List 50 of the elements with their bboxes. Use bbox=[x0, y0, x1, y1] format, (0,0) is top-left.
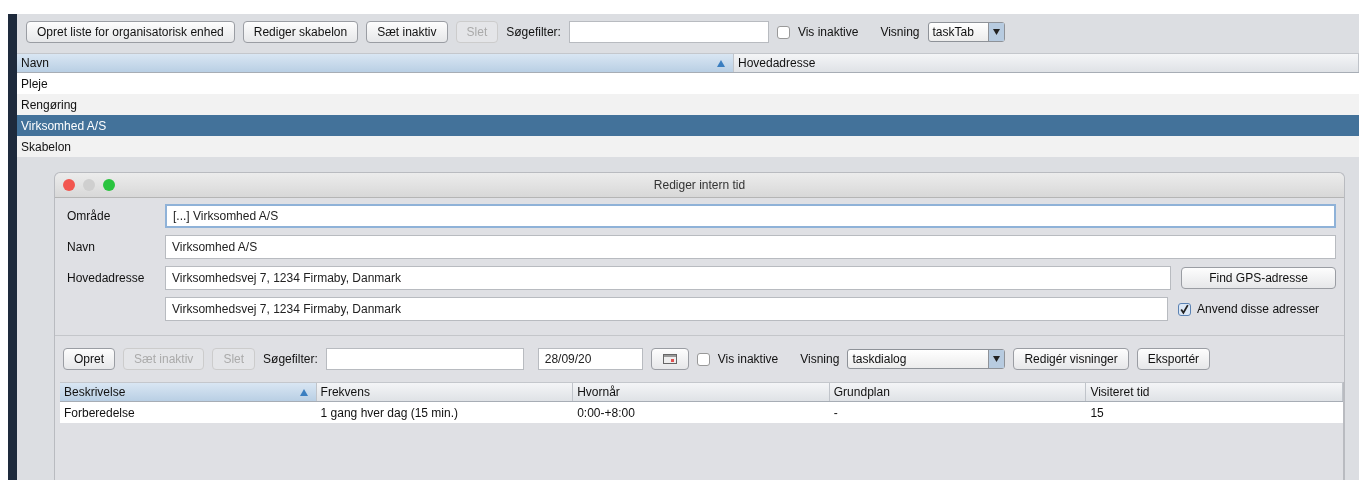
toolbar-button[interactable]: Rediger skabelon bbox=[242, 21, 359, 43]
view-dropdown[interactable]: taskTab bbox=[927, 22, 1005, 42]
input-field[interactable]: Virksomhedsvej 7, 1234 Firmaby, Danmark bbox=[165, 266, 1171, 290]
search-label: Søgefilter: bbox=[506, 25, 561, 39]
checkbox[interactable] bbox=[696, 352, 710, 366]
field-label: Navn bbox=[67, 240, 95, 254]
gps-button[interactable]: Find GPS-adresse bbox=[1181, 267, 1336, 289]
dropdown-arrow-icon bbox=[993, 356, 1001, 362]
table-row[interactable]: Virksomhed A/S bbox=[17, 115, 1359, 136]
view-label: Visning bbox=[800, 352, 840, 366]
checkbox[interactable] bbox=[1178, 302, 1191, 316]
dropdown-arrow-icon bbox=[992, 29, 1000, 35]
checkbox-label: Vis inaktive bbox=[797, 25, 859, 39]
toolbar-button[interactable]: Redigér visninger bbox=[1013, 348, 1129, 370]
search-field[interactable] bbox=[568, 21, 769, 43]
checkbox-label: Vis inaktive bbox=[717, 352, 779, 366]
field-label: Område bbox=[67, 209, 111, 223]
input-field[interactable]: Virksomhed A/S bbox=[165, 235, 1336, 259]
field-label: Hovedadresse bbox=[67, 271, 145, 285]
window-title: Rediger intern tid bbox=[653, 178, 746, 192]
table-row[interactable]: Rengøring bbox=[17, 94, 1359, 115]
date-field[interactable]: 28/09/20 bbox=[537, 348, 643, 370]
calendar-button[interactable] bbox=[650, 348, 689, 370]
column-header[interactable]: Hvornår bbox=[573, 383, 830, 401]
column-header[interactable]: Visiteret tid bbox=[1086, 383, 1343, 401]
sort-arrow-icon bbox=[299, 388, 308, 396]
table-row[interactable]: Skabelon bbox=[17, 136, 1359, 157]
column-header[interactable]: Frekvens bbox=[316, 383, 574, 401]
column-header[interactable]: Hovedadresse bbox=[734, 54, 1359, 72]
table-row[interactable]: Pleje bbox=[17, 73, 1359, 94]
checkbox[interactable] bbox=[776, 25, 790, 39]
search-label: Søgefilter: bbox=[263, 352, 318, 366]
calendar-icon bbox=[662, 354, 677, 364]
toolbar-button[interactable]: Eksportér bbox=[1136, 348, 1211, 370]
table-row[interactable]: Forberedelse 1 gang hver dag (15 min.) 0:00-+8:00 - 15 bbox=[60, 402, 1343, 423]
sort-arrow-icon bbox=[717, 59, 725, 67]
input-field[interactable]: [...] Virksomhed A/S bbox=[165, 204, 1336, 228]
column-header[interactable]: Beskrivelse bbox=[60, 383, 317, 401]
search-field[interactable] bbox=[325, 348, 524, 370]
column-header[interactable]: Navn bbox=[17, 54, 734, 72]
checkbox-label: Anvend disse adresser bbox=[1197, 302, 1320, 316]
toolbar-button[interactable]: Sæt inaktiv bbox=[366, 21, 448, 43]
toolbar-button[interactable]: Opret liste for organisatorisk enhed bbox=[26, 21, 235, 43]
view-label: Visning bbox=[880, 25, 920, 39]
close-button[interactable] bbox=[63, 179, 75, 191]
column-header[interactable]: Grundplan bbox=[829, 383, 1087, 401]
maximize-button[interactable] bbox=[103, 179, 115, 191]
input-field[interactable]: Virksomhedsvej 7, 1234 Firmaby, Danmark bbox=[165, 297, 1168, 321]
toolbar-button[interactable]: Opret bbox=[63, 348, 115, 370]
view-dropdown[interactable]: taskdialog bbox=[847, 349, 1006, 369]
